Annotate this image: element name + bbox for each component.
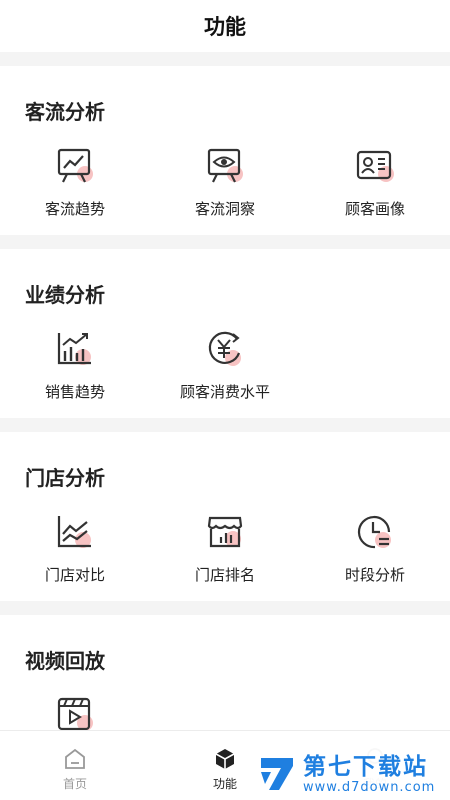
trend-board-icon	[53, 144, 97, 188]
watermark-url: www.d7down.com	[303, 779, 436, 795]
section-divider	[0, 601, 450, 615]
tile-label: 时段分析	[344, 566, 405, 584]
section-title: 视频回放	[25, 649, 105, 673]
section-title: 客流分析	[25, 100, 105, 124]
tab-label: 首页	[62, 777, 87, 791]
store-ranking-button[interactable]: 门店排名	[150, 510, 300, 585]
home-icon	[65, 748, 85, 769]
section-title: 门店分析	[25, 466, 105, 490]
cube-icon	[215, 749, 235, 769]
tile-label: 客流趋势	[44, 200, 105, 218]
yuan-cycle-icon	[203, 327, 247, 371]
section-traffic-analysis: 客流分析 客流趋势 客流洞察 顾客画像	[0, 66, 450, 235]
section-video-playback: 视频回放	[0, 615, 450, 740]
section-divider	[0, 418, 450, 432]
clock-icon	[353, 510, 397, 554]
section-divider	[0, 235, 450, 249]
top-header: 功能	[0, 0, 450, 52]
section-divider	[0, 52, 450, 66]
eye-board-icon	[203, 144, 247, 188]
tab-home[interactable]: 首页	[0, 731, 150, 800]
time-period-analysis-button[interactable]: 时段分析	[300, 510, 450, 585]
tile-label: 销售趋势	[44, 383, 105, 401]
customer-spending-button[interactable]: 顾客消费水平	[150, 327, 300, 402]
profile-card-icon	[353, 144, 397, 188]
tile-label: 客流洞察	[194, 200, 255, 218]
section-title: 业绩分析	[25, 283, 105, 307]
store-compare-button[interactable]: 门店对比	[0, 510, 150, 585]
customer-profile-button[interactable]: 顾客画像	[300, 144, 450, 219]
watermark-name: 第七下载站	[303, 753, 428, 780]
tab-label: 功能	[212, 777, 237, 791]
tile-label: 顾客消费水平	[179, 383, 270, 401]
tile-label: 门店对比	[44, 566, 105, 584]
store-rank-icon	[203, 510, 247, 554]
section-store-analysis: 门店分析 门店对比 门店排名 时段分析	[0, 432, 450, 601]
watermark-logo-icon	[261, 758, 293, 790]
sales-trend-button[interactable]: 销售趋势	[0, 327, 150, 402]
tile-label: 顾客画像	[344, 200, 405, 218]
tile-label: 门店排名	[194, 566, 255, 584]
page-title: 功能	[204, 15, 246, 39]
traffic-insight-button[interactable]: 客流洞察	[150, 144, 300, 219]
sales-chart-icon	[53, 327, 97, 371]
section-performance-analysis: 业绩分析 销售趋势 顾客消费水平	[0, 249, 450, 418]
traffic-trend-button[interactable]: 客流趋势	[0, 144, 150, 219]
site-watermark: 第七下载站 www.d7down.com	[255, 748, 450, 800]
line-compare-icon	[53, 510, 97, 554]
